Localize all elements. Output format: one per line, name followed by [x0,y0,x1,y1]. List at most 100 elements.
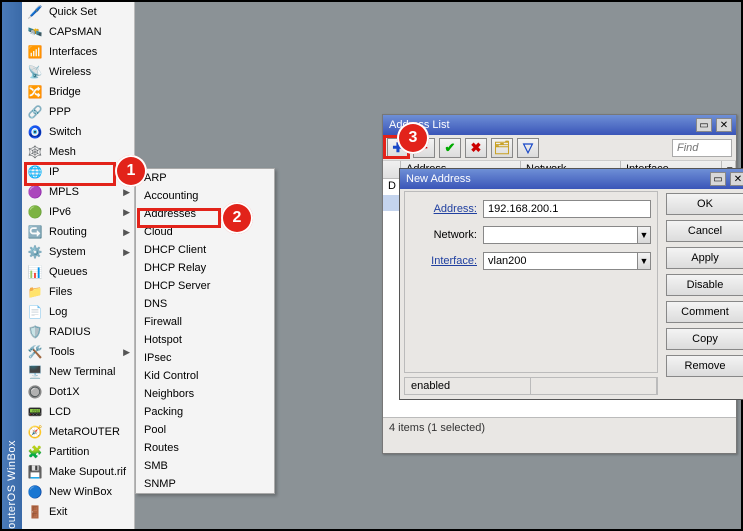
sidebar-item-wireless[interactable]: 📡Wireless [22,62,134,82]
new-address-titlebar[interactable]: New Address ▭ ✕ [400,169,743,189]
sidebar-item-log[interactable]: 📄Log [22,302,134,322]
app-vertical-title: outerOS WinBox [2,2,22,529]
sidebar-item-mesh[interactable]: 🕸️Mesh [22,142,134,162]
submenu-item-ipsec[interactable]: IPsec [136,349,274,367]
submenu-item-snmp[interactable]: SNMP [136,475,274,493]
main-sidebar: 🖊️Quick Set🛰️CAPsMAN 📶 Interfaces 📡Wireless… [22,2,135,529]
sidebar-item-lcd[interactable]: 📟LCD [22,402,134,422]
submenu-item-dhcp-client[interactable]: DHCP Client [136,241,274,259]
filter-button[interactable]: ▽ [517,138,539,158]
menu-icon: 📁 [27,284,43,300]
close-icon[interactable]: ✕ [716,118,732,132]
submenu-item-accounting[interactable]: Accounting [136,187,274,205]
remove-button[interactable]: Remove [666,355,743,377]
minimize-icon[interactable]: ▭ [710,172,726,186]
menu-icon: 💾 [27,464,43,480]
network-dropdown-icon[interactable]: ▼ [637,226,651,244]
minimize-icon[interactable]: ▭ [696,118,712,132]
interface-dropdown-icon[interactable]: ▼ [637,252,651,270]
dialog-status-text: enabled [405,378,531,394]
menu-icon: 🕸️ [27,144,43,160]
submenu-item-smb[interactable]: SMB [136,457,274,475]
menu-icon: 📟 [27,404,43,420]
sidebar-item-label: IPv6 [49,206,117,218]
menu-icon: 🔗 [27,104,43,120]
address-label[interactable]: Address: [411,203,477,215]
dialog-statusbar: enabled [404,377,658,395]
sidebar-item-label: Exit [49,506,134,518]
sidebar-item-label: Tools [49,346,117,358]
sidebar-item-radius[interactable]: 🛡️RADIUS [22,322,134,342]
sidebar-item-ppp[interactable]: 🔗 PPP [22,102,134,122]
sidebar-item-label: Files [49,286,134,298]
sidebar-item-routing[interactable]: ↪️Routing▶ [22,222,134,242]
menu-icon: 🧭 [27,424,43,440]
find-input[interactable] [672,139,732,157]
apply-button[interactable]: Apply [666,247,743,269]
menu-icon: ⚙️ [27,244,43,260]
sidebar-item-label: Switch [49,126,134,138]
submenu-item-neighbors[interactable]: Neighbors [136,385,274,403]
comment-button[interactable]: Comment [666,301,743,323]
address-list-toolbar: ✚ − ✔ ✖ 🗂 ▽ [383,135,736,161]
submenu-item-routes[interactable]: Routes [136,439,274,457]
cancel-button[interactable]: Cancel [666,220,743,242]
submenu-item-firewall[interactable]: Firewall [136,313,274,331]
menu-icon: 🧿 [27,124,43,140]
ok-button[interactable]: OK [666,193,743,215]
sidebar-item-dot1x[interactable]: 🔘Dot1X [22,382,134,402]
sidebar-item-new-terminal[interactable]: 🖥️New Terminal [22,362,134,382]
copy-button[interactable]: Copy [666,328,743,350]
sidebar-item-label: System [49,246,117,258]
sidebar-item-files[interactable]: 📁 Files [22,282,134,302]
sidebar-item-label: Interfaces [49,46,134,58]
sidebar-item-bridge[interactable]: 🔀Bridge [22,82,134,102]
sidebar-item-exit[interactable]: 🚪 Exit [22,502,134,522]
sidebar-item-ipv6[interactable]: 🟢IPv6▶ [22,202,134,222]
sidebar-item-system[interactable]: ⚙️System▶ [22,242,134,262]
enable-button[interactable]: ✔ [439,138,461,158]
sidebar-item-label: Quick Set [49,6,134,18]
sidebar-item-tools[interactable]: 🛠️Tools▶ [22,342,134,362]
address-input[interactable] [483,200,651,218]
sidebar-item-label: Partition [49,446,134,458]
disable-button[interactable]: Disable [666,274,743,296]
menu-icon: 📶 [27,44,43,60]
sidebar-item-quick-set[interactable]: 🖊️Quick Set [22,2,134,22]
submenu-item-kid-control[interactable]: Kid Control [136,367,274,385]
submenu-item-dhcp-relay[interactable]: DHCP Relay [136,259,274,277]
menu-icon: 📊 [27,264,43,280]
address-list-titlebar[interactable]: Address List ▭ ✕ [383,115,736,135]
submenu-item-pool[interactable]: Pool [136,421,274,439]
disable-button[interactable]: ✖ [465,138,487,158]
submenu-item-dhcp-server[interactable]: DHCP Server [136,277,274,295]
menu-icon: 📄 [27,304,43,320]
submenu-item-arp[interactable]: ARP [136,169,274,187]
sidebar-item-metarouter[interactable]: 🧭 MetaROUTER [22,422,134,442]
sidebar-item-queues[interactable]: 📊Queues [22,262,134,282]
chevron-right-icon: ▶ [123,207,134,218]
sidebar-item-capsman[interactable]: 🛰️CAPsMAN [22,22,134,42]
close-icon[interactable]: ✕ [730,172,743,186]
sidebar-item-new-winbox[interactable]: 🔵New WinBox [22,482,134,502]
address-list-title: Address List [387,119,692,131]
menu-icon: 🚪 [27,504,43,520]
sidebar-item-switch[interactable]: 🧿 Switch [22,122,134,142]
menu-icon: 🖥️ [27,364,43,380]
sidebar-item-interfaces[interactable]: 📶 Interfaces [22,42,134,62]
sidebar-item-label: PPP [49,106,134,118]
sidebar-item-label: MetaROUTER [49,426,134,438]
interface-label[interactable]: Interface: [411,255,477,267]
sidebar-item-partition[interactable]: 🧩Partition [22,442,134,462]
comment-button[interactable]: 🗂 [491,138,513,158]
network-input[interactable] [483,226,638,244]
sidebar-item-label: CAPsMAN [49,26,134,38]
submenu-item-dns[interactable]: DNS [136,295,274,313]
submenu-item-packing[interactable]: Packing [136,403,274,421]
submenu-item-hotspot[interactable]: Hotspot [136,331,274,349]
interface-input[interactable] [483,252,638,270]
sidebar-item-make-supout-rif[interactable]: 💾Make Supout.rif [22,462,134,482]
new-address-dialog: New Address ▭ ✕ Address: Network: ▼ Inte… [399,168,743,400]
menu-icon: 🔘 [27,384,43,400]
highlight-ip [24,162,116,186]
